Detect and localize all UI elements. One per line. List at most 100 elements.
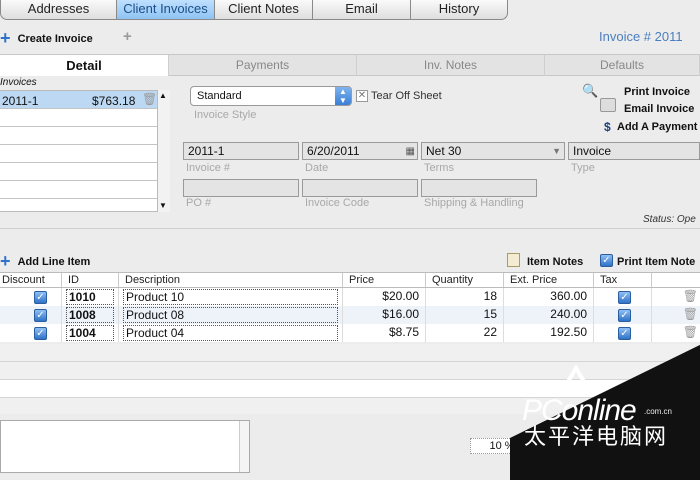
print-item-notes-checkbox[interactable]: ✓ (600, 254, 613, 267)
trash-icon[interactable]: 🗑 (652, 306, 700, 324)
column-header-tax[interactable]: Tax (594, 273, 652, 287)
invoice-list-item[interactable]: 2011-1 $763.18 🗑 (0, 91, 170, 109)
column-header-price[interactable]: Price (343, 273, 426, 287)
price-cell[interactable]: $20.00 (343, 288, 426, 306)
date-value: 6/20/2011 (307, 144, 360, 158)
quantity-cell[interactable]: 15 (426, 306, 504, 324)
add-icon[interactable]: + (123, 28, 132, 45)
list-item[interactable] (0, 145, 170, 163)
item-id: 1010 (66, 289, 114, 305)
table-row[interactable]: ✓ 1008 Product 08 $16.00 15 240.00 ✓ 🗑 (0, 306, 700, 324)
column-header-description[interactable]: Description (119, 273, 343, 287)
list-item[interactable] (0, 127, 170, 145)
invoice-style-value: Standard (197, 90, 242, 102)
tab-detail[interactable]: Detail (0, 55, 169, 76)
item-notes-button[interactable]: Item Notes (527, 256, 583, 268)
date-label: Date (305, 162, 329, 174)
printer-icon (600, 98, 616, 112)
print-invoice-button[interactable]: Print Invoice (624, 86, 690, 98)
item-id: 1008 (66, 307, 114, 323)
dollar-icon: $ (604, 120, 611, 134)
column-header-ext-price[interactable]: Ext. Price (504, 273, 594, 287)
tab-client-notes[interactable]: Client Notes (215, 0, 313, 20)
column-header-id[interactable]: ID (62, 273, 119, 287)
column-header-quantity[interactable]: Quantity (426, 273, 504, 287)
list-item (0, 362, 700, 380)
table-row[interactable]: ✓ 1010 Product 10 $20.00 18 360.00 ✓ 🗑 (0, 288, 700, 306)
description: Product 10 (123, 289, 338, 305)
tab-addresses[interactable]: Addresses (0, 0, 117, 20)
list-item[interactable] (0, 163, 170, 181)
watermark-domain: .com.cn (644, 407, 673, 416)
ext-price-cell: 240.00 (504, 306, 594, 324)
column-header-discount[interactable]: Discount (0, 273, 62, 287)
scroll-down-icon[interactable]: ▼ (159, 201, 167, 210)
invoice-style-label: Invoice Style (194, 109, 257, 121)
discount-checkbox[interactable]: ✓ (0, 306, 62, 324)
tear-off-checkbox[interactable]: ✕ (356, 90, 368, 102)
invoice-id: 2011-1 (2, 94, 39, 108)
table-row[interactable]: ✓ 1004 Product 04 $8.75 22 192.50 ✓ 🗑 (0, 324, 700, 342)
terms-select[interactable]: Net 30 ▼ (421, 142, 565, 160)
chevron-down-icon: ▼ (552, 146, 561, 156)
notes-textarea[interactable] (0, 420, 250, 473)
invoice-amount: $763.18 (92, 94, 136, 108)
column-header-blank (652, 273, 700, 287)
trash-icon[interactable]: 🗑 (652, 324, 700, 342)
email-invoice-button[interactable]: Email Invoice (624, 103, 694, 115)
price-cell[interactable]: $8.75 (343, 324, 426, 342)
trash-icon[interactable]: 🗑 (142, 92, 157, 106)
item-id: 1004 (66, 325, 114, 341)
calendar-icon[interactable]: ▦ (406, 144, 415, 160)
description-cell[interactable]: Product 08 (119, 306, 343, 324)
item-id-cell[interactable]: 1004 (62, 324, 119, 342)
tab-client-invoices[interactable]: Client Invoices (117, 0, 215, 20)
print-item-notes-label: Print Item Note (617, 256, 696, 268)
po-field[interactable] (183, 179, 299, 197)
description: Product 08 (123, 307, 338, 323)
tab-inv-notes[interactable]: Inv. Notes (357, 55, 545, 76)
scroll-up-icon[interactable]: ▲ (159, 91, 167, 100)
quantity-cell[interactable]: 18 (426, 288, 504, 306)
watermark-logo-icon (558, 364, 594, 394)
invoice-list[interactable]: 2011-1 $763.18 🗑 (0, 90, 170, 212)
discount-checkbox[interactable]: ✓ (0, 288, 62, 306)
create-invoice-button[interactable]: + Create Invoice (0, 29, 93, 47)
item-id-cell[interactable]: 1010 (62, 288, 119, 306)
stepper-arrows-icon: ▲ ▼ (335, 87, 351, 105)
invoice-code-field[interactable] (302, 179, 418, 197)
tax-checkbox[interactable]: ✓ (594, 288, 652, 306)
trash-icon[interactable]: 🗑 (652, 288, 700, 306)
description-cell[interactable]: Product 10 (119, 288, 343, 306)
invoice-number-field[interactable]: 2011-1 (183, 142, 299, 160)
quantity-cell[interactable]: 22 (426, 324, 504, 342)
invoices-heading: Invoices (0, 77, 37, 88)
list-item[interactable] (0, 109, 170, 127)
tab-email[interactable]: Email (313, 0, 411, 20)
tax-checkbox[interactable]: ✓ (594, 306, 652, 324)
create-invoice-label: Create Invoice (17, 33, 93, 45)
tab-payments[interactable]: Payments (169, 55, 357, 76)
description-cell[interactable]: Product 04 (119, 324, 343, 342)
list-item[interactable] (0, 181, 170, 199)
tax-checkbox[interactable]: ✓ (594, 324, 652, 342)
magnifier-icon[interactable]: 🔍 (582, 83, 598, 99)
invoice-style-select[interactable]: Standard ▲ ▼ (190, 86, 352, 106)
tab-defaults[interactable]: Defaults (545, 55, 700, 76)
tab-history[interactable]: History (411, 0, 508, 20)
type-field[interactable]: Invoice (568, 142, 700, 160)
add-line-item-button[interactable]: + Add Line Item (0, 252, 90, 270)
discount-checkbox[interactable]: ✓ (0, 324, 62, 342)
shipping-field[interactable] (421, 179, 537, 197)
invoice-list-scrollbar[interactable]: ▲ ▼ (157, 90, 170, 212)
add-payment-button[interactable]: Add A Payment (617, 121, 697, 133)
price-cell[interactable]: $16.00 (343, 306, 426, 324)
top-tab-bar: Addresses Client Invoices Client Notes E… (0, 0, 508, 21)
ext-price-cell: 192.50 (504, 324, 594, 342)
date-field[interactable]: 6/20/2011 ▦ (302, 142, 418, 160)
list-item (0, 344, 700, 362)
description: Product 04 (123, 325, 338, 341)
item-id-cell[interactable]: 1008 (62, 306, 119, 324)
notes-scrollbar[interactable] (239, 421, 249, 472)
notes-icon[interactable] (507, 253, 520, 267)
